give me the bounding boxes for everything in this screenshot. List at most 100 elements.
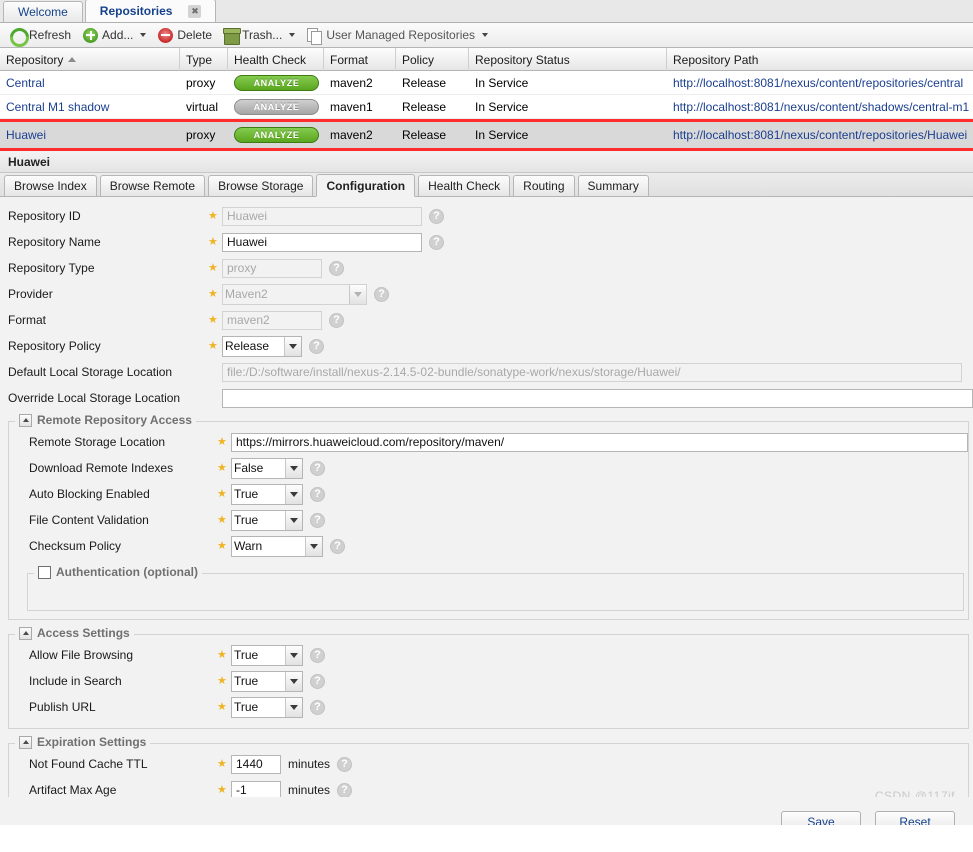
cell-path[interactable]: http://localhost:8081/nexus/content/repo…	[667, 122, 973, 148]
access-section-legend: Access Settings	[15, 626, 134, 640]
collapse-icon[interactable]	[19, 626, 32, 640]
cell-repository: Huawei	[6, 128, 47, 142]
required-star-icon: ★	[208, 339, 218, 352]
help-icon[interactable]: ?	[329, 312, 344, 328]
tab-routing[interactable]: Routing	[513, 175, 575, 196]
label-repository-type: Repository Type	[8, 261, 95, 275]
help-icon[interactable]: ?	[429, 234, 444, 250]
label-not-found-cache-ttl: Not Found Cache TTL	[29, 757, 148, 771]
help-icon[interactable]: ?	[330, 538, 345, 554]
cell-repository: Central	[6, 76, 45, 90]
help-icon[interactable]: ?	[329, 260, 344, 276]
repository-scope-dropdown[interactable]: User Managed Repositories	[302, 25, 493, 46]
field-row-repository-id: Repository ID ★ ?	[0, 203, 973, 229]
column-label: Type	[186, 52, 213, 67]
column-header-repository-status[interactable]: Repository Status	[469, 48, 667, 71]
legend-label: Remote Repository Access	[37, 413, 192, 427]
chevron-down-icon	[140, 33, 147, 37]
help-icon[interactable]: ?	[310, 460, 325, 476]
analyze-button[interactable]: ANALYZE	[234, 75, 319, 91]
column-header-repository-path[interactable]: Repository Path	[667, 48, 973, 71]
help-icon[interactable]: ?	[310, 699, 325, 715]
column-header-format[interactable]: Format	[324, 48, 396, 71]
file-content-validation-select[interactable]: True	[231, 509, 303, 531]
authentication-legend: Authentication (optional)	[34, 565, 202, 579]
repository-id-input[interactable]	[222, 206, 422, 226]
analyze-button[interactable]: ANALYZE	[234, 99, 319, 115]
analyze-button[interactable]: ANALYZE	[234, 127, 319, 143]
field-row-checksum-policy: Checksum Policy ★ Warn ?	[9, 533, 968, 559]
override-local-storage-input[interactable]	[222, 388, 973, 408]
authentication-checkbox[interactable]	[38, 565, 51, 579]
table-row[interactable]: Central proxy ANALYZE maven2 Release In …	[0, 71, 973, 95]
tab-health-check[interactable]: Health Check	[418, 175, 511, 196]
column-header-health-check[interactable]: Health Check	[228, 48, 324, 71]
help-icon[interactable]: ?	[310, 647, 325, 663]
tab-browse-index[interactable]: Browse Index	[4, 175, 97, 196]
save-button[interactable]: Save	[781, 811, 861, 825]
required-star-placeholder: ★	[208, 393, 222, 404]
cell-policy: Release	[402, 128, 447, 142]
auto-blocking-enabled-select[interactable]: True	[231, 483, 303, 505]
remote-storage-location-input[interactable]	[231, 432, 968, 452]
delete-label: Delete	[177, 28, 213, 42]
label-allow-file-browsing: Allow File Browsing	[29, 648, 134, 662]
required-star-icon: ★	[217, 461, 227, 474]
allow-file-browsing-select[interactable]: True	[231, 644, 303, 666]
required-star-icon: ★	[217, 513, 227, 526]
column-header-policy[interactable]: Policy	[396, 48, 469, 71]
repository-name-input[interactable]	[222, 232, 422, 252]
column-label: Repository	[6, 52, 64, 67]
unit-label: minutes	[288, 783, 331, 797]
not-found-cache-ttl-input[interactable]	[231, 754, 281, 774]
provider-select: Maven2	[222, 283, 367, 305]
column-header-repository[interactable]: Repository	[0, 48, 180, 71]
detail-tab-bar: Browse Index Browse Remote Browse Storag…	[0, 173, 973, 197]
repository-policy-select-wrap: Release	[222, 335, 302, 357]
repository-policy-select[interactable]: Release	[222, 335, 302, 357]
collapse-icon[interactable]	[19, 735, 32, 749]
refresh-button[interactable]: Refresh	[4, 25, 76, 46]
table-row[interactable]: Central M1 shadow virtual ANALYZE maven1…	[0, 95, 973, 119]
label-provider: Provider	[8, 287, 53, 301]
label-repository-name: Repository Name	[8, 235, 101, 249]
reset-button[interactable]: Reset	[875, 811, 955, 825]
tab-browse-remote[interactable]: Browse Remote	[99, 175, 206, 196]
help-icon[interactable]: ?	[310, 486, 325, 502]
field-row-publish-url: Publish URL ★ True ?	[9, 694, 968, 720]
include-in-search-select[interactable]: True	[231, 670, 303, 692]
field-row-auto-blocking-enabled: Auto Blocking Enabled ★ True ?	[9, 481, 968, 507]
refresh-label: Refresh	[29, 28, 72, 42]
table-row-selected[interactable]: Huawei proxy ANALYZE maven2 Release In S…	[0, 119, 973, 151]
legend-label: Access Settings	[37, 626, 130, 640]
help-icon[interactable]: ?	[429, 208, 444, 224]
window-tab-welcome[interactable]: Welcome	[3, 1, 83, 22]
help-icon[interactable]: ?	[374, 286, 389, 302]
tab-browse-storage[interactable]: Browse Storage	[208, 175, 314, 196]
required-star-icon: ★	[217, 783, 227, 796]
column-label: Policy	[402, 52, 435, 67]
add-button[interactable]: Add...	[78, 25, 151, 46]
column-header-type[interactable]: Type	[180, 48, 228, 71]
checksum-policy-select[interactable]: Warn	[231, 535, 323, 557]
help-icon[interactable]: ?	[309, 338, 324, 354]
publish-url-select[interactable]: True	[231, 696, 303, 718]
tab-summary[interactable]: Summary	[577, 175, 649, 196]
column-label: Repository Path	[673, 52, 759, 67]
download-remote-indexes-select[interactable]: False	[231, 457, 303, 479]
tab-label: Configuration	[326, 178, 406, 193]
delete-button[interactable]: Delete	[153, 25, 217, 46]
window-tab-repositories[interactable]: Repositories ✖	[84, 0, 217, 22]
help-icon[interactable]: ?	[310, 673, 325, 689]
field-row-format: Format ★ ?	[0, 307, 973, 333]
help-icon[interactable]: ?	[310, 512, 325, 528]
cell-path[interactable]: http://localhost:8081/nexus/content/repo…	[667, 71, 973, 95]
trash-button[interactable]: Trash...	[219, 25, 300, 46]
tab-configuration[interactable]: Configuration	[316, 174, 416, 197]
collapse-icon[interactable]	[19, 413, 32, 427]
help-icon[interactable]: ?	[337, 756, 353, 772]
field-row-download-remote-indexes: Download Remote Indexes ★ False ?	[9, 455, 968, 481]
cell-path[interactable]: http://localhost:8081/nexus/content/shad…	[667, 95, 973, 119]
close-icon[interactable]: ✖	[188, 4, 202, 18]
help-icon[interactable]: ?	[337, 782, 353, 798]
